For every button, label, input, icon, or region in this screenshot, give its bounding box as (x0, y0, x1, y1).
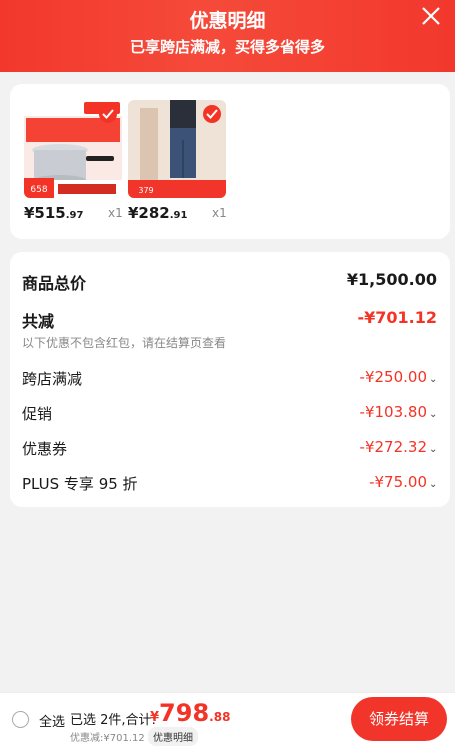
checkout-button[interactable]: 领券结算 (351, 697, 447, 741)
page-subtitle: 已享跨店满减，买得多省得多 (129, 38, 325, 56)
product-image-cookware[interactable]: 658 (24, 100, 122, 198)
product-badge-price: 379 (138, 186, 153, 195)
chevron-down-icon: ⌄ (429, 444, 438, 455)
discount-note: 以下优惠不包含红包，请在结算页查看 (22, 336, 227, 350)
close-icon[interactable] (421, 6, 441, 26)
select-all-radio[interactable] (12, 711, 29, 728)
discount-item-label: 优惠券 (22, 440, 68, 458)
discount-summary-card: 商品总价 ¥1,500.00 共减 -¥701.12 以下优惠不包含红包，请在结… (10, 252, 450, 507)
discount-item-value[interactable]: -¥272.32 ⌄ (360, 438, 438, 456)
discount-item-value[interactable]: -¥75.00 ⌄ (369, 473, 437, 491)
product-image-jeans[interactable]: 379 (128, 100, 226, 198)
discount-item-label: PLUS 专享 95 折 (22, 475, 138, 493)
total-label: 商品总价 (22, 274, 87, 293)
page-title: 优惠明细 (189, 10, 266, 32)
select-all-label[interactable]: 全选 (39, 711, 65, 730)
selected-check-icon[interactable] (99, 105, 117, 123)
product-price: ¥282.91 (128, 204, 188, 222)
discount-item-label: 跨店满减 (22, 370, 83, 388)
chevron-down-icon: ⌄ (429, 409, 438, 420)
reduce-value: -¥701.12 (357, 308, 437, 327)
discount-line: 优惠减:¥701.12 (70, 733, 145, 744)
discount-item-value[interactable]: -¥103.80 ⌄ (360, 403, 438, 421)
product-card: 658 ¥515.97 x1 379 ¥282.91 x1 (10, 84, 450, 239)
total-value: ¥1,500.00 (346, 270, 437, 289)
grand-total: ¥798.88 (150, 699, 231, 727)
header-banner: 优惠明细 已享跨店满减，买得多省得多 (0, 0, 455, 72)
checkout-bar: 全选 已选 2件,合计: ¥798.88 优惠减:¥701.12 优惠明细 领券… (0, 692, 455, 755)
selected-check-icon[interactable] (203, 105, 221, 123)
discount-detail-link[interactable]: 优惠明细 (148, 727, 198, 746)
chevron-down-icon: ⌄ (429, 479, 438, 490)
discount-item-value[interactable]: -¥250.00 ⌄ (360, 368, 438, 386)
reduce-label: 共减 (22, 312, 55, 331)
product-badge-price: 658 (30, 185, 47, 195)
product-qty: x1 (108, 206, 123, 220)
chevron-down-icon: ⌄ (429, 374, 438, 385)
selected-count: 已选 2件,合计: (70, 713, 156, 728)
discount-item-label: 促销 (22, 405, 53, 423)
product-qty: x1 (212, 206, 227, 220)
product-price: ¥515.97 (24, 204, 84, 222)
